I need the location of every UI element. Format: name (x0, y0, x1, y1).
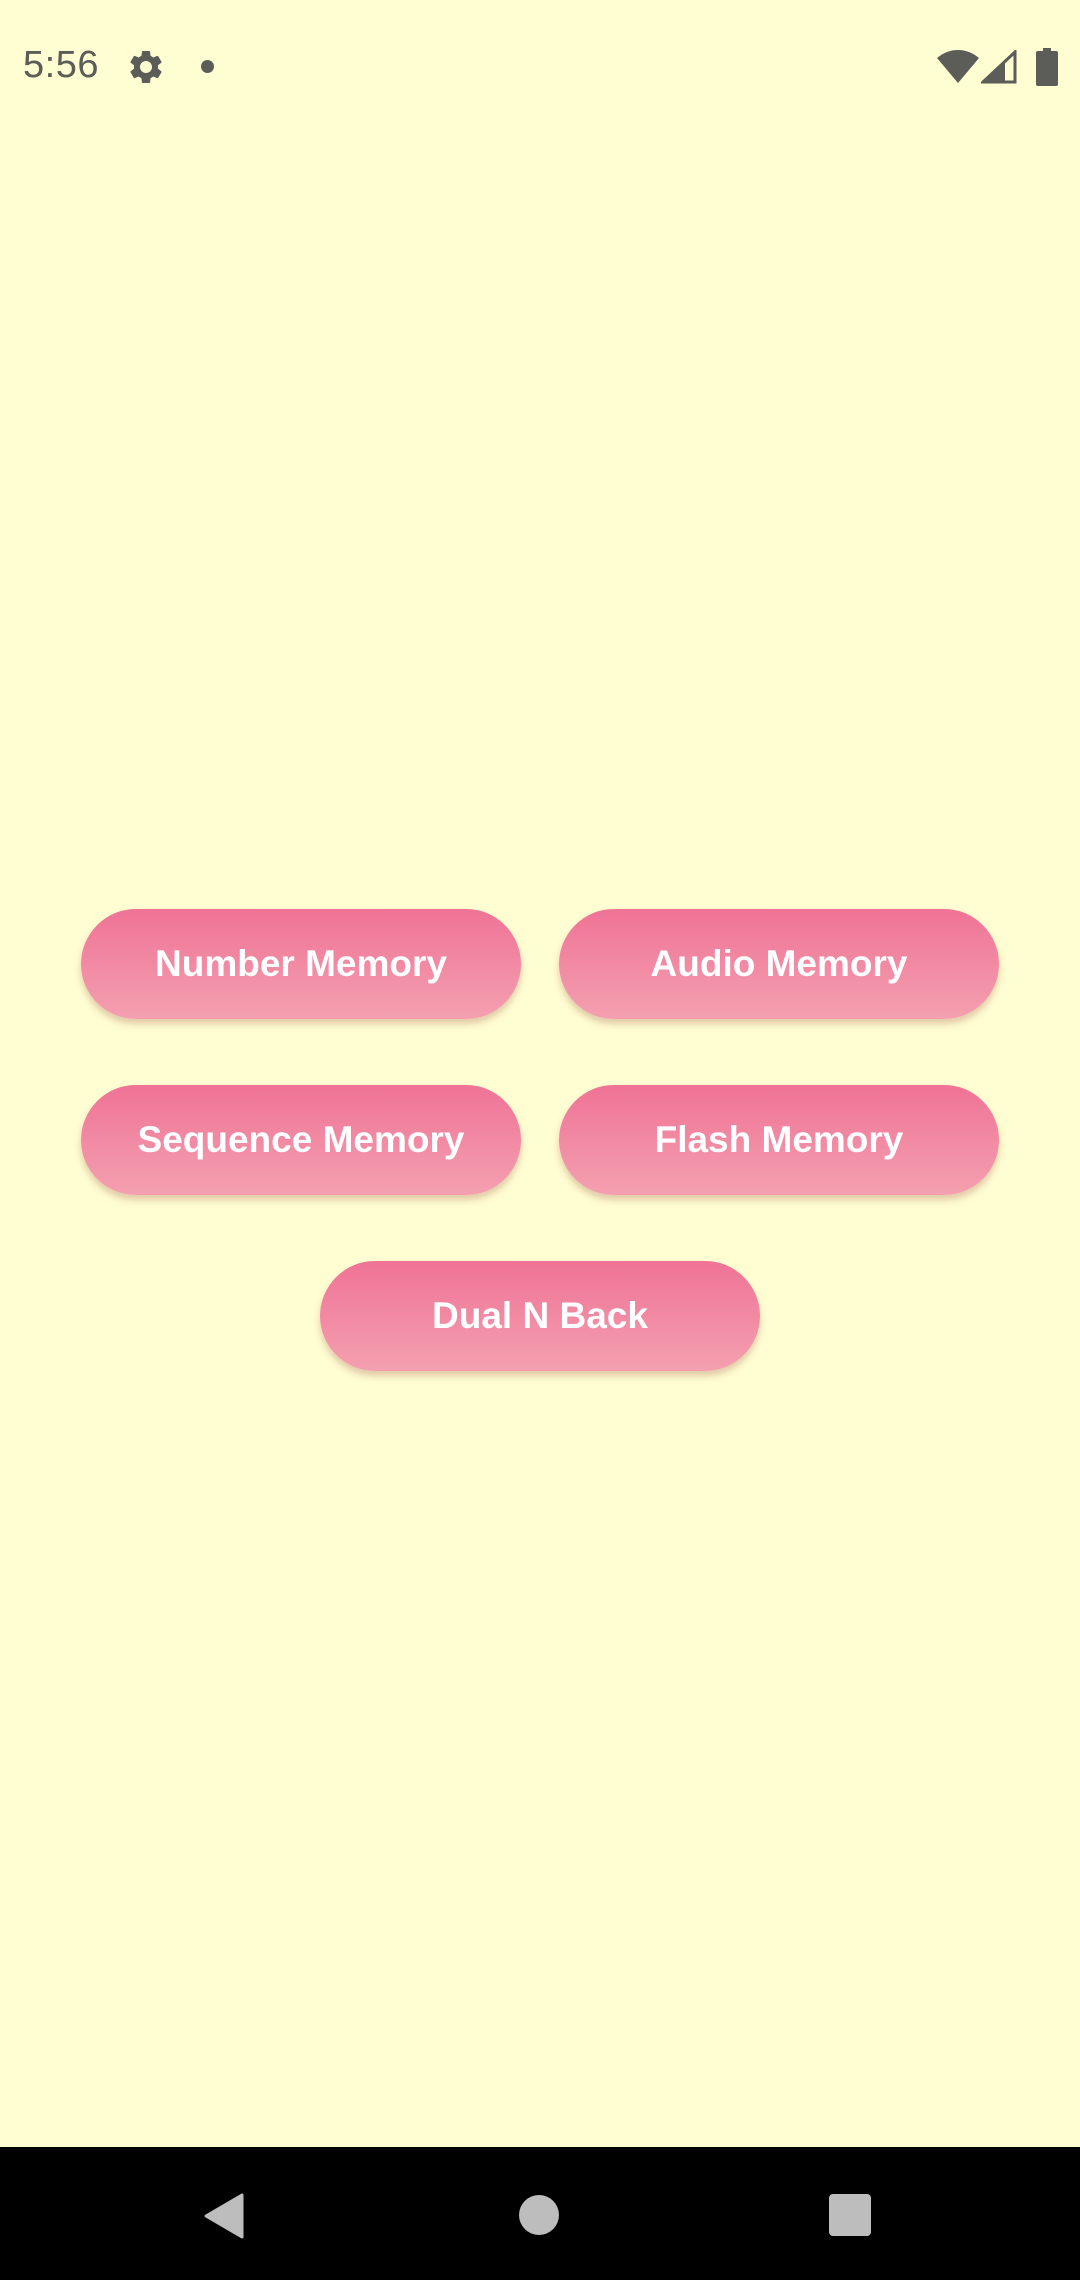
battery-icon (1036, 48, 1058, 86)
status-bar: 5:56 (0, 0, 1080, 134)
notification-dot-icon (201, 60, 214, 73)
gear-icon (130, 50, 162, 83)
wifi-icon (937, 50, 979, 83)
recents-icon[interactable] (829, 2194, 871, 2236)
cell-signal-icon (981, 50, 1017, 84)
back-icon[interactable] (204, 2193, 246, 2239)
home-icon[interactable] (519, 2195, 559, 2235)
sequence-memory-button[interactable]: Sequence Memory (81, 1085, 521, 1195)
navigation-bar (0, 2147, 1080, 2280)
flash-memory-button[interactable]: Flash Memory (559, 1085, 999, 1195)
status-time: 5:56 (23, 44, 99, 86)
dual-n-back-button[interactable]: Dual N Back (320, 1261, 760, 1371)
number-memory-button[interactable]: Number Memory (81, 909, 521, 1019)
audio-memory-button[interactable]: Audio Memory (559, 909, 999, 1019)
